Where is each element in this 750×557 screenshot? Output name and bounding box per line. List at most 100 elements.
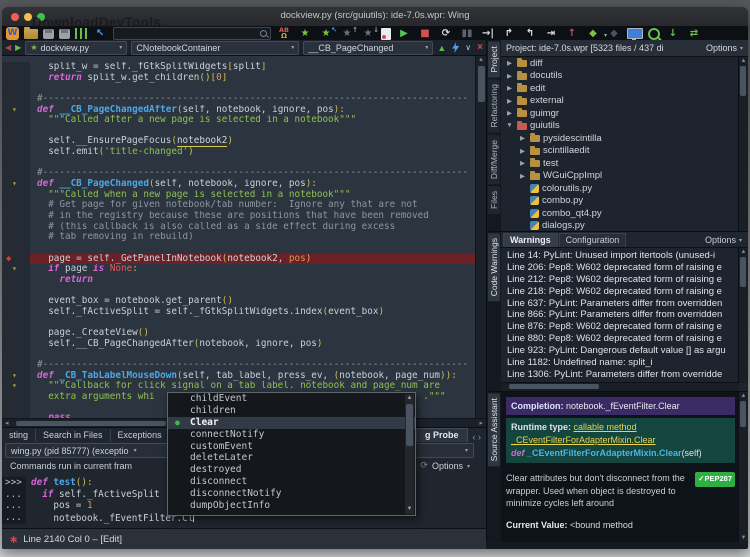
warning-row[interactable]: Line 14: PyLint: Unused import itertools… bbox=[501, 250, 739, 262]
fold-marker-icon[interactable]: ▾ bbox=[12, 371, 17, 381]
tree-item[interactable]: ▶ WGuiCppImpl bbox=[501, 170, 739, 183]
tab-scroll-arrows[interactable]: ‹ › bbox=[468, 432, 487, 442]
vtab-diff-merge[interactable]: Diff/Merge bbox=[488, 134, 500, 184]
code-line[interactable] bbox=[2, 157, 475, 169]
fold-marker-icon[interactable]: ▾ bbox=[12, 381, 17, 391]
expander-icon[interactable]: ▶ bbox=[505, 72, 514, 80]
stack-up-icon[interactable]: ↑ bbox=[564, 27, 580, 40]
scroll-down-icon[interactable]: ▼ bbox=[405, 505, 414, 514]
autocomplete-item[interactable]: customEvent bbox=[168, 441, 415, 453]
expander-icon[interactable]: ▶ bbox=[505, 97, 514, 105]
code-line[interactable]: ◆ page = self._GetPanelInNotebook(notebo… bbox=[2, 253, 475, 265]
wing-logo-icon[interactable]: W bbox=[6, 26, 19, 40]
warning-row[interactable]: Line 866: PyLint: Parameters differ from… bbox=[501, 309, 739, 321]
warnings-horizontal-scrollbar[interactable] bbox=[501, 382, 739, 391]
code-line[interactable]: # (this callback is also called as a sid… bbox=[2, 221, 475, 233]
tab-sting[interactable]: sting bbox=[2, 429, 37, 442]
spell-check-icon[interactable] bbox=[276, 27, 292, 40]
debug-stop-icon[interactable]: ■ bbox=[417, 27, 433, 40]
close-editor-icon[interactable]: × bbox=[477, 42, 483, 53]
scroll-up-icon[interactable]: ▲ bbox=[739, 392, 748, 400]
tree-item[interactable]: ▶ edit bbox=[501, 82, 739, 95]
autocomplete-item[interactable]: childEvent bbox=[168, 393, 415, 405]
warning-row[interactable]: Line 212: Pep8: W602 deprecated form of … bbox=[501, 274, 739, 286]
code-line[interactable]: self.emit('title-changed') bbox=[2, 147, 475, 158]
debug-restart-icon[interactable]: ⟳ bbox=[438, 27, 454, 40]
code-line[interactable]: #---------------------------------------… bbox=[2, 168, 475, 180]
code-line[interactable] bbox=[2, 317, 475, 329]
warning-row[interactable]: Line 876: Pep8: W602 deprecated form of … bbox=[501, 321, 739, 333]
autocomplete-item[interactable]: connectNotify bbox=[168, 429, 415, 441]
warnings-scrollbar[interactable]: ▲ bbox=[738, 248, 748, 383]
vtab-code-warnings[interactable]: Code Warnings bbox=[488, 233, 500, 302]
project-scrollbar[interactable]: ▲ bbox=[738, 57, 748, 231]
code-line[interactable]: split_w = self._fGtkSplitWidgets[split] bbox=[2, 62, 475, 73]
code-line[interactable]: return split_w.get_children()[0] bbox=[2, 72, 475, 84]
tree-item[interactable]: ▶ diff bbox=[501, 57, 739, 70]
save-icon[interactable] bbox=[43, 29, 54, 39]
code-line[interactable]: # Get page for given notebook/tab number… bbox=[2, 200, 475, 211]
tree-item[interactable]: ▶ external bbox=[501, 95, 739, 108]
expander-icon[interactable]: ▶ bbox=[505, 59, 514, 67]
code-line[interactable]: ▾ def __CB_PageChangedAfter(self, noteboo… bbox=[2, 104, 475, 116]
breakpoints-disable-icon[interactable]: ◆ bbox=[606, 27, 622, 40]
tab-configuration[interactable]: Configuration bbox=[558, 233, 627, 247]
fold-marker-icon[interactable]: ▾ bbox=[12, 179, 17, 189]
autocomplete-item[interactable]: children bbox=[168, 405, 415, 417]
autocomplete-item[interactable]: disconnectNotify bbox=[168, 488, 415, 500]
tab-search-in-files[interactable]: Search in Files bbox=[36, 429, 111, 442]
scrollbar-thumb[interactable] bbox=[16, 421, 166, 426]
autocomplete-item[interactable]: destroyed bbox=[168, 464, 415, 476]
autocomplete-item[interactable]: ● Clear bbox=[168, 416, 415, 429]
scroll-up-icon[interactable]: ▲ bbox=[405, 394, 414, 403]
chevron-down-icon[interactable]: ∨ bbox=[465, 43, 471, 52]
expander-icon[interactable]: ▶ bbox=[505, 84, 514, 92]
code-line[interactable] bbox=[2, 83, 475, 94]
code-line[interactable]: #---------------------------------------… bbox=[2, 93, 475, 105]
tree-item[interactable]: dialogs.py bbox=[501, 220, 739, 231]
code-line[interactable]: ▾ """Callback for click signal on a tab … bbox=[2, 381, 475, 392]
vtab-files[interactable]: Files bbox=[488, 186, 500, 214]
debug-run-icon[interactable]: ▶ bbox=[396, 27, 412, 40]
scrollbar-thumb[interactable] bbox=[478, 66, 485, 102]
code-line[interactable] bbox=[2, 285, 475, 297]
tree-item[interactable]: ▶ scintillaedit bbox=[501, 145, 739, 158]
autocomplete-item[interactable]: disconnect bbox=[168, 476, 415, 488]
scrollbar-thumb[interactable] bbox=[740, 257, 746, 287]
syntax-ok-indicator-icon[interactable]: ▲ bbox=[437, 43, 446, 53]
code-line[interactable] bbox=[2, 125, 475, 137]
warning-row[interactable]: Line 206: Pep8: W602 deprecated form of … bbox=[501, 262, 739, 274]
autocomplete-scrollbar[interactable]: ▲ ▼ bbox=[405, 394, 414, 514]
scroll-up-icon[interactable]: ▲ bbox=[476, 56, 486, 64]
sync-icon[interactable]: ⇄ bbox=[686, 27, 702, 40]
scroll-down-icon[interactable]: ▼ bbox=[739, 534, 748, 542]
update-tool-icon[interactable]: ↓ bbox=[665, 27, 681, 40]
code-line[interactable]: event_box = notebook.get_parent() bbox=[2, 296, 475, 307]
scroll-right-icon[interactable]: ▸ bbox=[476, 419, 486, 427]
tree-item[interactable]: combo.py bbox=[501, 195, 739, 208]
probe-options-button[interactable]: Options bbox=[432, 461, 463, 471]
bookmark-next-icon[interactable]: ★ ↓ bbox=[360, 26, 379, 40]
save-all-icon[interactable] bbox=[59, 29, 70, 39]
tab-warnings[interactable]: Warnings bbox=[503, 233, 558, 247]
code-line[interactable]: return bbox=[2, 274, 475, 286]
scroll-up-icon[interactable]: ▲ bbox=[739, 57, 748, 65]
breakpoint-toggle-icon[interactable]: ◆ ▾ bbox=[585, 27, 607, 40]
bookmark-goto-icon[interactable]: ★ ↖ bbox=[318, 26, 337, 40]
open-file-icon[interactable] bbox=[24, 27, 38, 39]
runtime-type-link[interactable]: callable method bbox=[574, 422, 637, 432]
scroll-left-icon[interactable]: ◂ bbox=[2, 419, 12, 427]
scrollbar-thumb[interactable] bbox=[740, 401, 746, 427]
vtab-refactoring[interactable]: Refactoring bbox=[488, 79, 500, 133]
step-into-icon[interactable]: →| bbox=[480, 27, 496, 40]
scrollbar-thumb[interactable] bbox=[509, 384, 599, 389]
step-over-icon[interactable]: ↱ bbox=[501, 27, 517, 40]
scroll-up-icon[interactable]: ▲ bbox=[739, 248, 748, 256]
code-line[interactable]: # in the registry because these are posi… bbox=[2, 210, 475, 222]
goto-symbol-icon[interactable] bbox=[452, 42, 460, 53]
tree-item[interactable]: ▶ test bbox=[501, 157, 739, 170]
warning-row[interactable]: Line 637: PyLint: Parameters differ from… bbox=[501, 298, 739, 310]
expander-icon[interactable]: ▶ bbox=[505, 109, 514, 117]
bookmark-prev-icon[interactable]: ★ ↑ bbox=[339, 26, 358, 40]
tree-item[interactable]: combo_qt4.py bbox=[501, 207, 739, 220]
